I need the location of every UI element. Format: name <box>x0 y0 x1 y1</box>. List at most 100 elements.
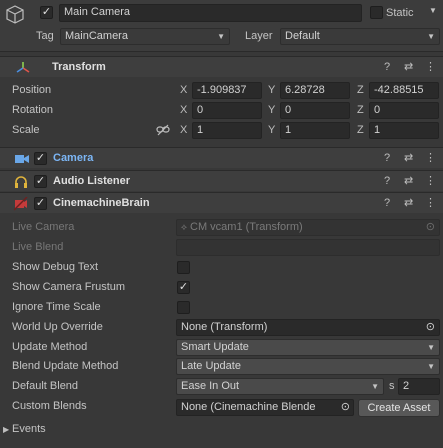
world-up-override-label: World Up Override <box>12 321 103 333</box>
chevron-down-icon: ▼ <box>427 343 435 352</box>
show-camera-frustum-label: Show Camera Frustum <box>12 281 126 293</box>
scale-row: Scale X 1 Y 1 Z 1 <box>0 121 443 141</box>
rotation-z-field[interactable]: 0 <box>369 102 439 119</box>
position-y-field[interactable]: 6.28728 <box>280 82 350 99</box>
link-broken-icon[interactable] <box>156 124 170 136</box>
settings-icon[interactable]: ⇄ <box>404 148 413 169</box>
ignore-time-scale-row: Ignore Time Scale <box>0 298 443 318</box>
rotation-y-field[interactable]: 0 <box>280 102 350 119</box>
rotation-z-axis[interactable]: Z <box>357 101 364 119</box>
update-method-value: Smart Update <box>181 341 249 353</box>
show-debug-text-checkbox[interactable] <box>177 261 190 274</box>
show-camera-frustum-row: Show Camera Frustum ✓ <box>0 278 443 298</box>
tag-label: Tag <box>36 30 54 42</box>
scale-x-axis[interactable]: X <box>180 121 187 139</box>
more-icon[interactable]: ⋮ <box>425 171 436 192</box>
camera-title: Camera <box>53 152 94 164</box>
blend-update-method-value: Late Update <box>181 360 241 372</box>
default-blend-seconds-label: s <box>389 380 395 392</box>
camera-header[interactable]: ✓ Camera ? ⇄ ⋮ <box>0 147 443 168</box>
cinemachine-brain-title: CinemachineBrain <box>53 197 150 209</box>
blend-update-method-dropdown[interactable]: Late Update ▼ <box>176 358 440 375</box>
scale-y-axis[interactable]: Y <box>268 121 275 139</box>
blend-update-method-row: Blend Update Method Late Update ▼ <box>0 357 443 377</box>
rotation-y-axis[interactable]: Y <box>268 101 275 119</box>
create-asset-button[interactable]: Create Asset <box>358 399 440 417</box>
settings-icon[interactable]: ⇄ <box>404 57 413 78</box>
audio-listener-enabled-checkbox[interactable]: ✓ <box>34 175 47 188</box>
position-y-axis[interactable]: Y <box>268 81 275 99</box>
scale-y-field[interactable]: 1 <box>280 122 350 139</box>
events-label: Events <box>12 423 46 435</box>
cinemachine-brain-enabled-checkbox[interactable]: ✓ <box>34 197 47 210</box>
audio-listener-header[interactable]: ✓ Audio Listener ? ⇄ ⋮ <box>0 170 443 191</box>
custom-blends-value: None (Cinemachine Blende <box>181 401 316 413</box>
position-x-field[interactable]: -1.909837 <box>192 82 262 99</box>
position-x-axis[interactable]: X <box>180 81 187 99</box>
foldout-arrow-icon[interactable]: ▶ <box>3 425 9 434</box>
static-label: Static <box>386 7 414 19</box>
default-blend-label: Default Blend <box>12 380 79 392</box>
events-row[interactable]: ▶ Events <box>0 420 443 440</box>
custom-blends-label: Custom Blends <box>12 400 87 412</box>
settings-icon[interactable]: ⇄ <box>404 171 413 192</box>
transform-icon <box>16 61 30 75</box>
update-method-label: Update Method <box>12 341 88 353</box>
rotation-row: Rotation X 0 Y 0 Z 0 <box>0 101 443 121</box>
camera-enabled-checkbox[interactable]: ✓ <box>34 152 47 165</box>
static-checkbox[interactable] <box>370 6 383 19</box>
more-icon[interactable]: ⋮ <box>425 148 436 169</box>
live-camera-row: Live Camera ⟡ CM vcam1 (Transform) ⊙ <box>0 218 443 238</box>
more-icon[interactable]: ⋮ <box>425 193 436 214</box>
tag-value: MainCamera <box>65 30 128 42</box>
gameobject-header: ✓ Main Camera Static ▼ Tag MainCamera ▼ … <box>0 0 443 52</box>
layer-value: Default <box>285 30 320 42</box>
active-checkbox[interactable]: ✓ <box>40 6 53 19</box>
help-icon[interactable]: ? <box>384 193 390 214</box>
ignore-time-scale-checkbox[interactable] <box>177 301 190 314</box>
default-blend-dropdown[interactable]: Ease In Out ▼ <box>176 378 384 395</box>
rotation-x-axis[interactable]: X <box>180 101 187 119</box>
scale-x-field[interactable]: 1 <box>192 122 262 139</box>
layer-dropdown[interactable]: Default ▼ <box>280 28 440 45</box>
more-icon[interactable]: ⋮ <box>425 57 436 78</box>
target-icon: ⊙ <box>425 221 435 233</box>
show-camera-frustum-checkbox[interactable]: ✓ <box>177 281 190 294</box>
target-icon[interactable]: ⊙ <box>340 400 350 415</box>
camera-icon <box>15 154 29 164</box>
custom-blends-field[interactable]: None (Cinemachine Blende ⊙ <box>176 399 354 416</box>
gameobject-name-field[interactable]: Main Camera <box>59 4 362 22</box>
world-up-override-value: None (Transform) <box>181 321 268 333</box>
update-method-dropdown[interactable]: Smart Update ▼ <box>176 339 440 356</box>
default-blend-time-field[interactable]: 2 <box>398 378 440 395</box>
position-z-axis[interactable]: Z <box>357 81 364 99</box>
scale-z-field[interactable]: 1 <box>369 122 439 139</box>
static-dropdown-icon[interactable]: ▼ <box>429 6 437 15</box>
show-debug-text-label: Show Debug Text <box>12 261 99 273</box>
help-icon[interactable]: ? <box>384 57 390 78</box>
position-z-field[interactable]: -42.88515 <box>369 82 439 99</box>
audio-listener-title: Audio Listener <box>53 175 131 187</box>
rotation-x-field[interactable]: 0 <box>192 102 262 119</box>
live-blend-field <box>176 239 440 256</box>
chevron-down-icon: ▼ <box>427 362 435 371</box>
cinemachine-brain-header[interactable]: ✓ CinemachineBrain ? ⇄ ⋮ <box>0 192 443 213</box>
tag-dropdown[interactable]: MainCamera ▼ <box>60 28 230 45</box>
transform-header[interactable]: Transform ? ⇄ ⋮ <box>0 56 443 77</box>
custom-blends-row: Custom Blends None (Cinemachine Blende ⊙… <box>0 397 443 418</box>
headphones-icon <box>14 175 28 188</box>
live-blend-row: Live Blend <box>0 238 443 258</box>
world-up-override-field[interactable]: None (Transform) ⊙ <box>176 319 440 336</box>
live-blend-label: Live Blend <box>12 241 64 253</box>
transform-title: Transform <box>52 61 106 73</box>
target-icon[interactable]: ⊙ <box>426 320 435 335</box>
help-icon[interactable]: ? <box>384 171 390 192</box>
live-camera-field: ⟡ CM vcam1 (Transform) ⊙ <box>176 219 440 236</box>
scale-z-axis[interactable]: Z <box>357 121 364 139</box>
blend-update-method-label: Blend Update Method <box>12 360 119 372</box>
live-camera-label: Live Camera <box>12 221 75 233</box>
layer-label: Layer <box>245 30 273 42</box>
chevron-down-icon: ▼ <box>427 32 435 41</box>
settings-icon[interactable]: ⇄ <box>404 193 413 214</box>
help-icon[interactable]: ? <box>384 148 390 169</box>
